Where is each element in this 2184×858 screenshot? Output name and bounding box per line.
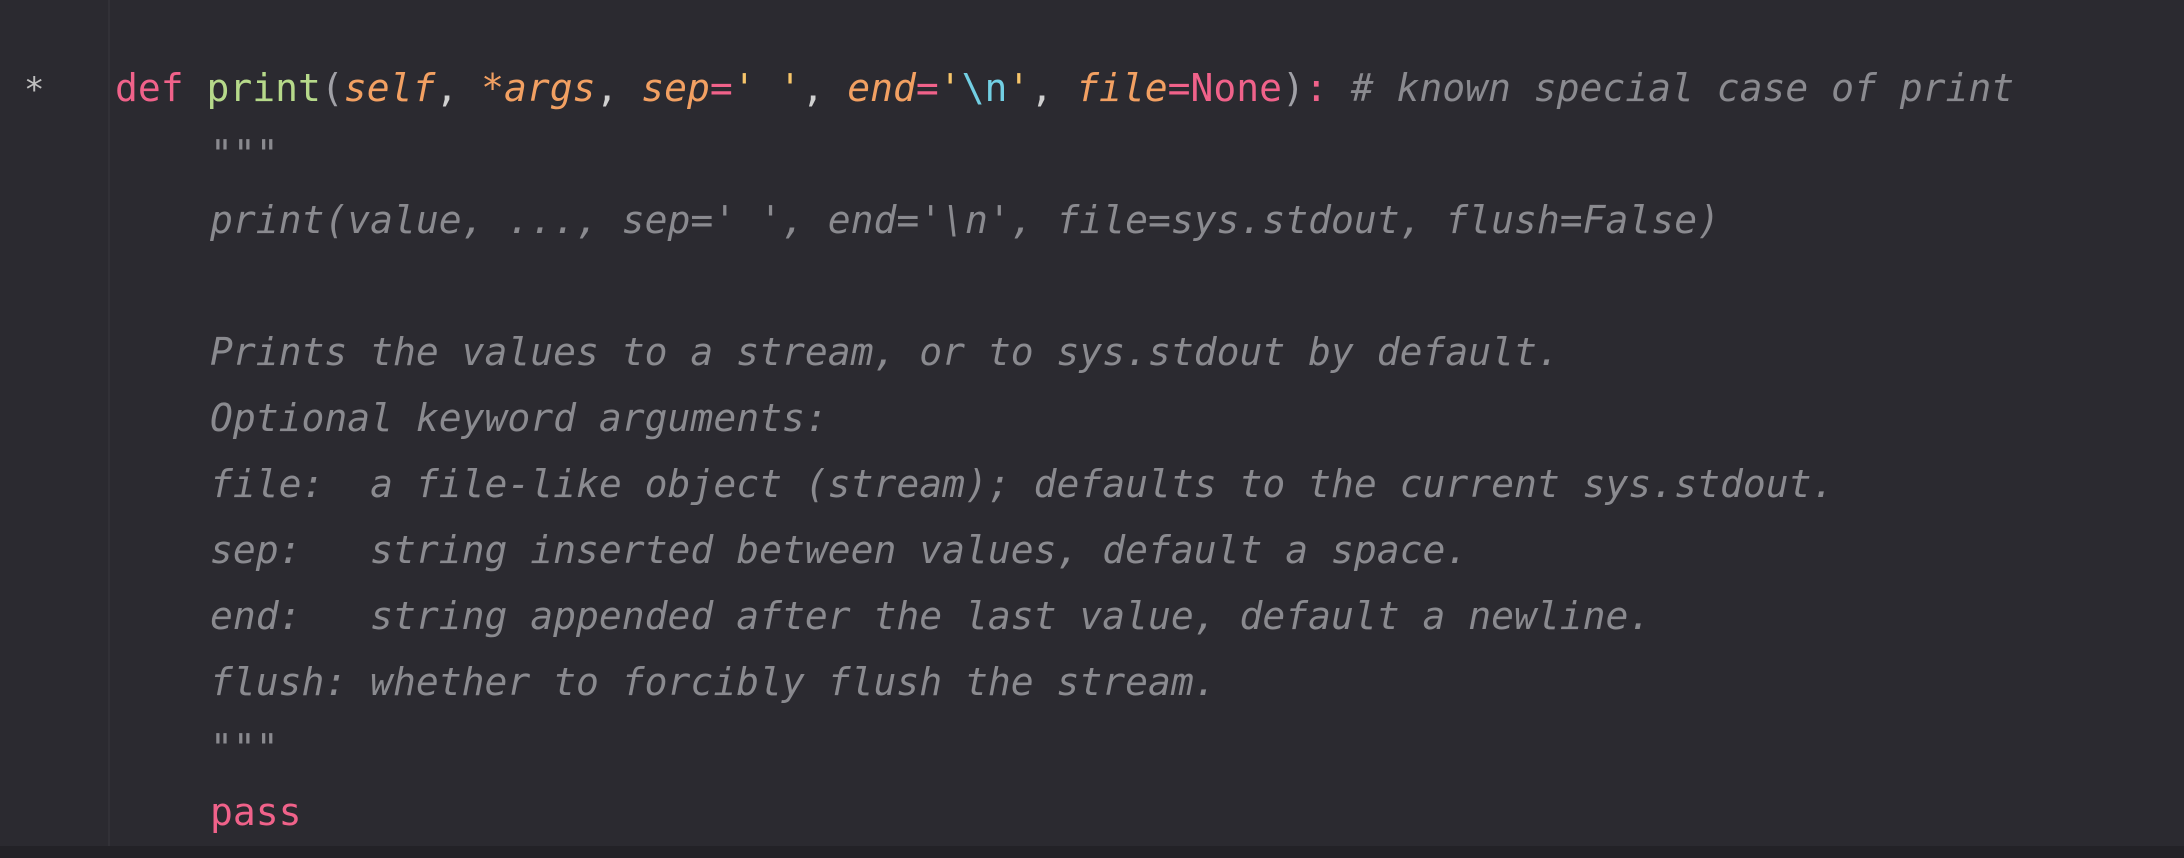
param-file: file — [1076, 66, 1168, 110]
docstring-description-line[interactable]: Prints the values to a stream, or to sys… — [210, 330, 1560, 374]
docstring-sep-line[interactable]: sep: string inserted between values, def… — [210, 528, 1468, 572]
docstring-usage-line[interactable]: print(value, ..., sep=' ', end='\n', fil… — [210, 198, 1720, 242]
comma: , — [595, 66, 619, 110]
none-constant: None — [1190, 66, 1283, 110]
docstring-flush-line[interactable]: flush: whether to forcibly flush the str… — [210, 660, 1217, 704]
docstring-file-line[interactable]: file: a file-like object (stream); defau… — [210, 462, 1834, 506]
def-keyword: def — [115, 66, 184, 110]
open-paren: ( — [320, 66, 344, 110]
docstring-open-quotes[interactable]: """ — [210, 132, 279, 176]
param-sep: sep — [641, 66, 710, 110]
docstring-optional-line[interactable]: Optional keyword arguments: — [210, 396, 828, 440]
function-name[interactable]: print — [207, 66, 321, 110]
code-line-pass[interactable]: pass — [210, 790, 302, 834]
string-quote: ' — [1007, 66, 1031, 110]
colon: : — [1304, 66, 1328, 110]
newline-escape: \n — [961, 66, 1008, 110]
equals-sign: = — [709, 66, 733, 110]
string-quote: ' — [938, 66, 962, 110]
docstring-end-line[interactable]: end: string appended after the last valu… — [210, 594, 1651, 638]
param-end: end — [847, 66, 916, 110]
param-args: *args — [481, 66, 596, 110]
editor-gutter: * — [0, 0, 108, 858]
close-paren: ) — [1282, 66, 1305, 110]
equals-sign: = — [1167, 66, 1191, 110]
gutter-divider — [108, 0, 110, 858]
param-self: self — [343, 66, 436, 110]
pass-keyword: pass — [210, 790, 302, 834]
editor-bottom-edge — [0, 846, 2184, 858]
comma: , — [1030, 66, 1054, 110]
code-line-def[interactable]: def print(self, *args, sep=' ', end='\n'… — [115, 66, 2014, 110]
code-editor[interactable]: * def print(self, *args, sep=' ', end='\… — [0, 0, 2184, 858]
override-marker-icon[interactable]: * — [24, 70, 48, 110]
comma: , — [435, 66, 459, 110]
equals-sign: = — [915, 66, 939, 110]
sep-default-string: ' ' — [732, 66, 802, 110]
comma: , — [801, 66, 825, 110]
docstring-close-quotes[interactable]: """ — [210, 726, 279, 770]
code-comment: # known special case of print — [1350, 66, 2015, 110]
